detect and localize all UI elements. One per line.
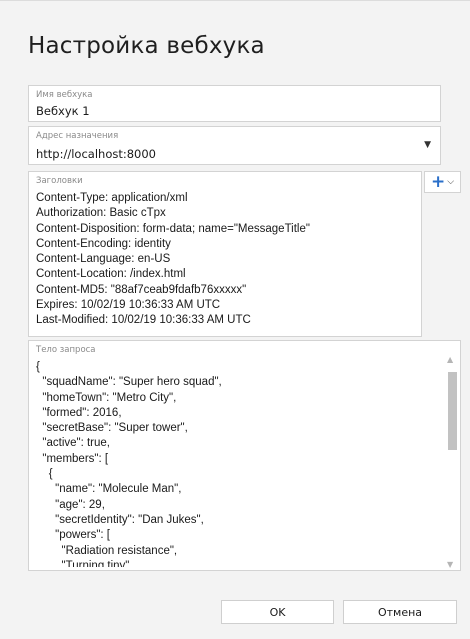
header-line: Authorization: Basic cTpx	[36, 207, 166, 220]
request-body-line: "formed": 2016,	[36, 406, 122, 419]
request-body-line: "Turning tiny",	[36, 559, 133, 567]
header-line: Expires: 10/02/19 10:36:33 AM UTC	[36, 299, 221, 312]
request-body-line: "homeTown": "Metro City",	[36, 391, 177, 404]
header-line: Content-Disposition: form-data; name="Me…	[36, 222, 310, 235]
request-body-line: "age": 29,	[36, 498, 105, 511]
request-body-line: "Radiation resistance",	[36, 544, 178, 557]
request-body-line: {	[36, 468, 53, 481]
dialog-title: Настройка вебхука	[28, 33, 265, 59]
cancel-button[interactable]: Отмена	[343, 600, 457, 624]
header-line: Content-Encoding: identity	[36, 237, 171, 250]
header-line: Content-Location: /index.html	[36, 268, 186, 281]
ok-button[interactable]: OK	[221, 600, 334, 624]
header-line: Content-Language: en-US	[36, 253, 171, 266]
request-body-field[interactable]: Тело запроса { "squadName": "Super hero …	[28, 340, 461, 571]
headers-field[interactable]: Заголовки Content-Type: application/xml A…	[28, 171, 422, 337]
request-body-line: "active": true,	[36, 437, 110, 450]
request-body-line: "secretIdentity": "Dan Jukes",	[36, 513, 204, 526]
request-body-line: "powers": [	[36, 529, 110, 542]
scroll-up-arrow-icon[interactable]: ▲	[447, 355, 453, 364]
chevron-down-icon[interactable]: ▼	[424, 140, 431, 150]
plus-icon: +	[430, 171, 446, 192]
header-line: Last-Modified: 10/02/19 10:36:33 AM UTC	[36, 314, 251, 327]
request-body-line: {	[36, 361, 40, 373]
add-header-button[interactable]: + ⌵	[424, 171, 461, 193]
request-body-line: "name": "Molecule Man",	[36, 483, 182, 496]
chevron-down-icon: ⌵	[447, 177, 455, 187]
header-line: Content-MD5: "88af7ceab9fdafb76xxxxx"	[36, 283, 247, 296]
webhook-name-label: Имя вебхука	[36, 90, 93, 100]
request-body-label: Тело запроса	[36, 345, 96, 355]
request-body-scrollbar[interactable]: ▲ ▼	[446, 355, 458, 569]
scrollbar-thumb[interactable]	[448, 372, 457, 450]
destination-url-value[interactable]: http://localhost:8000	[36, 147, 156, 161]
request-body-line: "members": [	[36, 452, 109, 465]
webhook-name-field[interactable]: Имя вебхука Вебхук 1	[28, 85, 441, 122]
headers-text[interactable]: Content-Type: application/xml Authorizati…	[36, 191, 310, 329]
destination-url-dropdown[interactable]: Адрес назначения http://localhost:8000 ▼	[28, 126, 441, 165]
request-body-line: "secretBase": "Super tower",	[36, 422, 188, 435]
scroll-down-arrow-icon[interactable]: ▼	[447, 560, 453, 569]
request-body-line: "squadName": "Super hero squad",	[36, 376, 222, 389]
webhook-settings-dialog: Настройка вебхука Имя вебхука Вебхук 1 А…	[0, 0, 470, 639]
webhook-name-value[interactable]: Вебхук 1	[36, 104, 90, 118]
destination-url-label: Адрес назначения	[36, 131, 119, 141]
request-body-text[interactable]: { "squadName": "Super hero squad", "home…	[36, 360, 436, 567]
header-line: Content-Type: application/xml	[36, 192, 188, 204]
headers-label: Заголовки	[36, 176, 83, 186]
